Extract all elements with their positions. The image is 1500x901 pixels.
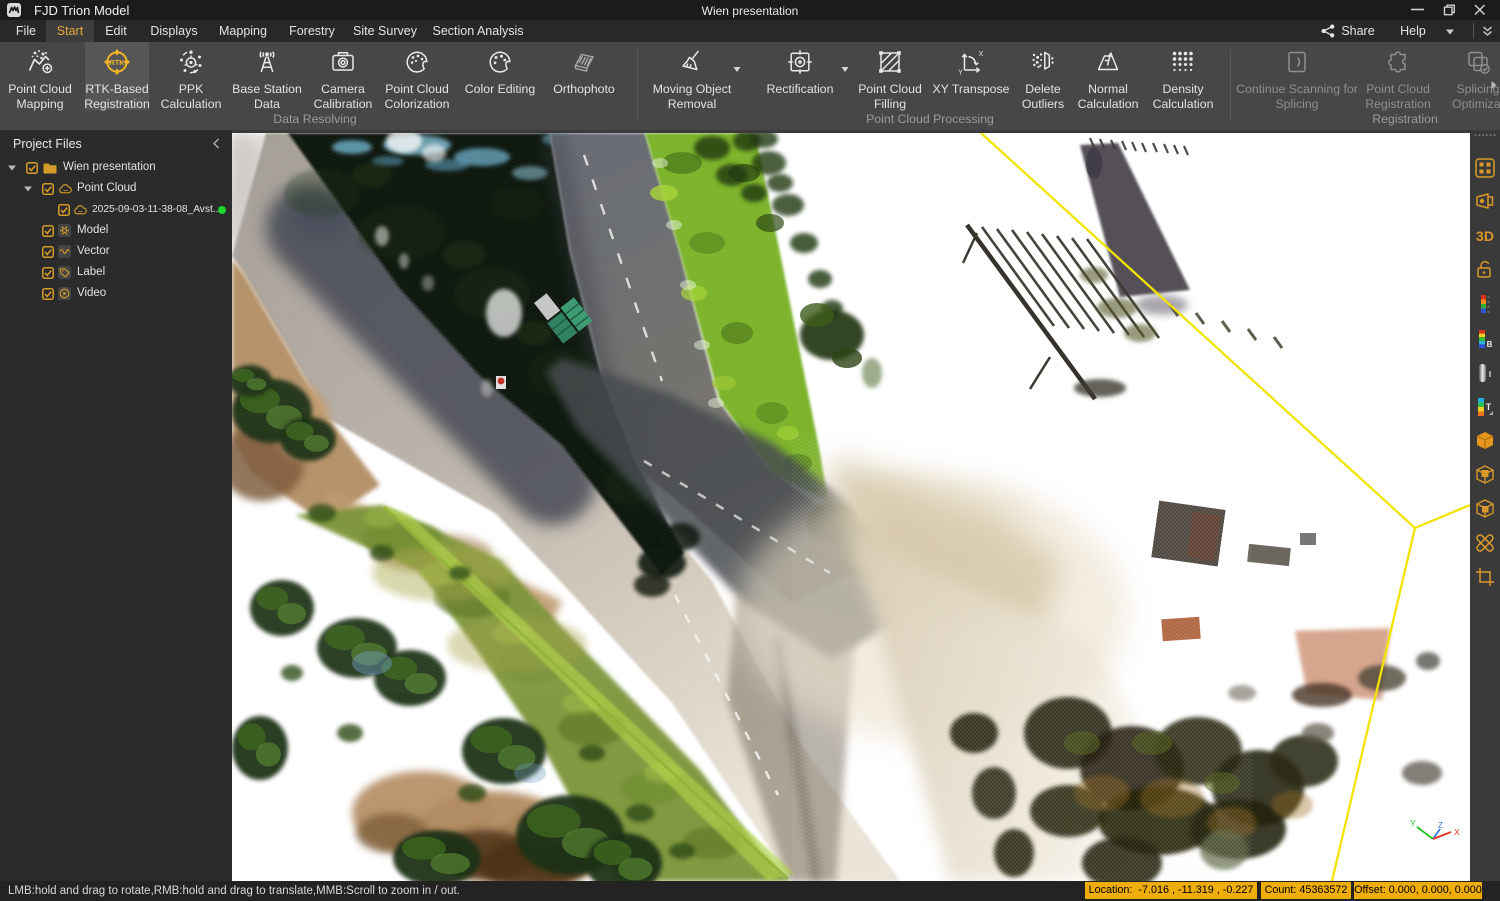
svg-text:Y: Y — [1410, 818, 1416, 828]
svg-text:B: B — [1487, 340, 1493, 349]
svg-text:Z: Z — [1438, 821, 1443, 830]
svg-text:RTK: RTK — [109, 58, 125, 67]
svg-text:I: I — [1489, 370, 1491, 379]
svg-text:T: T — [1486, 402, 1492, 412]
svg-text:3D: 3D — [1476, 228, 1494, 244]
svg-text:X: X — [979, 51, 984, 58]
svg-text:X: X — [1454, 827, 1460, 837]
svg-text:Y: Y — [958, 70, 963, 77]
